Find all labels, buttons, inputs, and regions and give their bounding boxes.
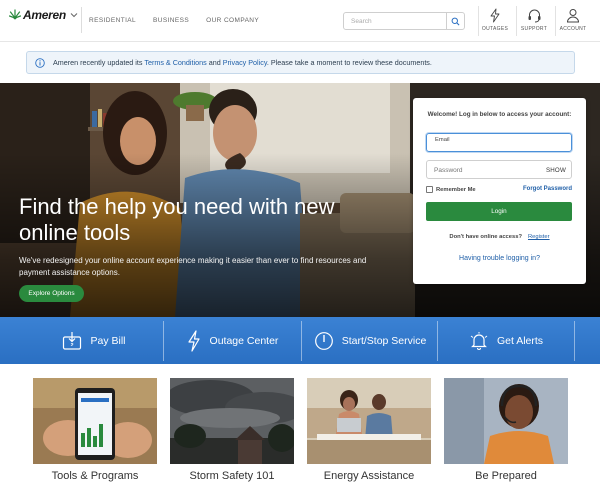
remember-me[interactable]: Remember Me bbox=[426, 186, 476, 193]
notice-text: Ameren recently updated its Terms & Cond… bbox=[53, 58, 432, 67]
remember-me-label: Remember Me bbox=[436, 186, 476, 193]
tools-programs-card-title[interactable]: Tools & Programs bbox=[33, 470, 157, 482]
outage-center-button[interactable]: Outage Center bbox=[164, 317, 300, 364]
energy-assistance-card-title[interactable]: Energy Assistance bbox=[307, 470, 431, 482]
notice-suffix: . Please take a moment to review these d… bbox=[266, 58, 432, 67]
chevron-down-icon[interactable] bbox=[69, 10, 79, 20]
account-label: ACCOUNT bbox=[559, 26, 587, 32]
user-icon bbox=[566, 9, 580, 23]
get-alerts-label: Get Alerts bbox=[496, 334, 544, 347]
notice-and: and bbox=[206, 58, 223, 67]
login-button[interactable]: Login bbox=[426, 202, 572, 221]
couple-laptop-photo bbox=[307, 378, 431, 464]
start-stop-service-button[interactable]: Start/Stop Service bbox=[302, 317, 438, 364]
pay-bill-icon bbox=[63, 331, 82, 350]
policy-notice: Ameren recently updated its Terms & Cond… bbox=[26, 51, 575, 74]
remember-me-checkbox[interactable] bbox=[426, 186, 433, 193]
search-button[interactable] bbox=[446, 13, 464, 29]
logo-text: Ameren bbox=[23, 8, 66, 22]
bell-icon bbox=[470, 331, 488, 350]
terms-link[interactable]: Terms & Conditions bbox=[144, 58, 206, 67]
ameren-logo-mark-icon bbox=[9, 9, 21, 20]
support-label: SUPPORT bbox=[520, 26, 548, 32]
service-bar: Pay Bill Outage Center Start/Stop Servic… bbox=[0, 317, 600, 364]
notice-prefix: Ameren recently updated its bbox=[53, 58, 145, 67]
explore-options-button[interactable]: Explore Options bbox=[19, 285, 84, 302]
login-welcome: Welcome! Log in below to access your acc… bbox=[427, 111, 572, 118]
storm-clouds-photo bbox=[170, 378, 294, 464]
nav-item-residential[interactable]: RESIDENTIAL bbox=[89, 17, 136, 24]
support-link[interactable]: SUPPORT bbox=[515, 8, 553, 32]
outages-link[interactable]: OUTAGES bbox=[476, 8, 514, 32]
login-panel: Welcome! Log in below to access your acc… bbox=[413, 98, 586, 284]
search-icon bbox=[451, 17, 460, 25]
info-icon bbox=[35, 57, 45, 68]
search-box bbox=[343, 12, 465, 30]
phone-in-hands-photo bbox=[33, 378, 157, 464]
service-divider bbox=[574, 321, 575, 361]
password-placeholder: Password bbox=[434, 167, 463, 174]
search-input[interactable] bbox=[344, 13, 446, 29]
hero-title: Find the help you need with new online t… bbox=[19, 194, 335, 245]
site-header: Ameren RESIDENTIAL BUSINESS OUR COMPANY … bbox=[0, 0, 600, 42]
be-prepared-card-image[interactable] bbox=[444, 378, 568, 464]
nav-item-business[interactable]: BUSINESS bbox=[153, 17, 189, 24]
be-prepared-card-title[interactable]: Be Prepared bbox=[444, 470, 568, 482]
no-account-text: Don't have online access? bbox=[449, 234, 522, 240]
email-field[interactable]: Email bbox=[426, 133, 572, 152]
power-icon bbox=[314, 331, 333, 350]
lightning-icon bbox=[187, 329, 200, 352]
register-prompt: Don't have online access? Register bbox=[413, 234, 586, 240]
email-label: Email bbox=[435, 137, 450, 143]
pay-bill-label: Pay Bill bbox=[90, 334, 126, 347]
forgot-password-link[interactable]: Forgot Password bbox=[523, 186, 572, 192]
account-link[interactable]: ACCOUNT bbox=[554, 8, 592, 32]
support-agent-photo bbox=[444, 378, 568, 464]
tools-programs-card-image[interactable] bbox=[33, 378, 157, 464]
pay-bill-button[interactable]: Pay Bill bbox=[26, 317, 162, 364]
outage-center-label: Outage Center bbox=[209, 334, 279, 347]
energy-assistance-card-image[interactable] bbox=[307, 378, 431, 464]
register-link[interactable]: Register bbox=[528, 234, 550, 240]
get-alerts-button[interactable]: Get Alerts bbox=[438, 317, 574, 364]
storm-safety-card-title[interactable]: Storm Safety 101 bbox=[170, 470, 294, 482]
ameren-logo[interactable]: Ameren bbox=[9, 8, 79, 22]
hero-description: We've redesigned your online account exp… bbox=[19, 256, 367, 277]
nav-item-our-company[interactable]: OUR COMPANY bbox=[206, 17, 259, 24]
trouble-logging-in-link[interactable]: Having trouble logging in? bbox=[413, 255, 586, 262]
header-divider bbox=[81, 7, 82, 33]
outages-label: OUTAGES bbox=[481, 26, 509, 32]
start-stop-service-label: Start/Stop Service bbox=[341, 334, 427, 347]
headset-icon bbox=[528, 9, 540, 23]
lightning-icon bbox=[490, 8, 500, 23]
privacy-link[interactable]: Privacy Policy bbox=[223, 58, 267, 67]
storm-safety-card-image[interactable] bbox=[170, 378, 294, 464]
main-nav: RESIDENTIAL BUSINESS OUR COMPANY bbox=[89, 17, 276, 24]
show-password-toggle[interactable]: SHOW bbox=[546, 167, 566, 174]
password-field[interactable]: Password SHOW bbox=[426, 160, 572, 179]
